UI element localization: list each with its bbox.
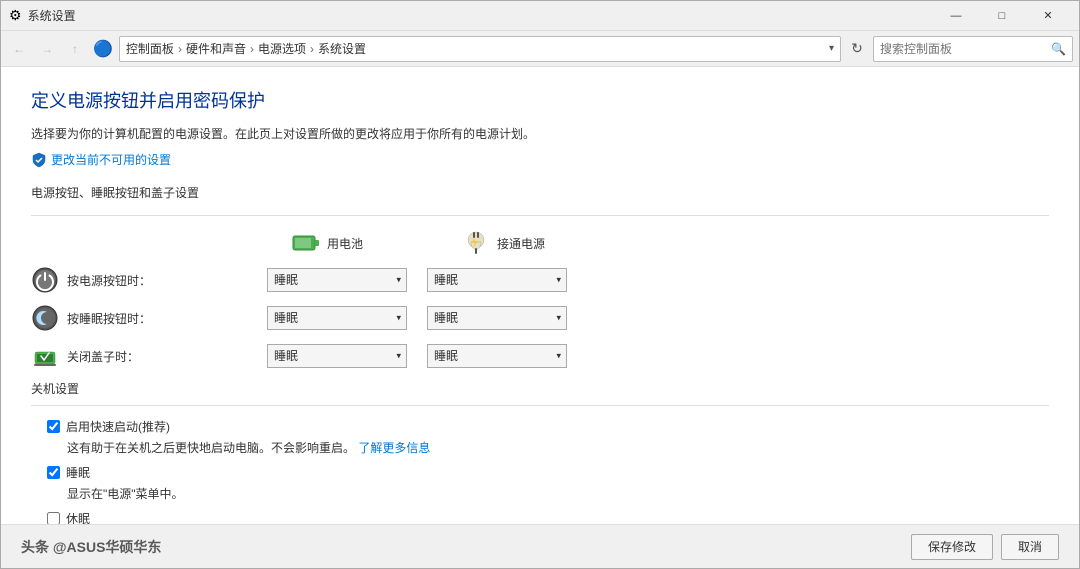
hibernate-row: 休眠 (31, 510, 1049, 524)
search-input[interactable] (880, 42, 1051, 56)
power-button-row: 按电源按钮时： 睡眠 关机 休眠 不采取任何操作 ▾ 睡眠 关机 休眠 (31, 266, 1049, 294)
sleep-button-label: 按睡眠按钮时： (67, 310, 267, 327)
main-window: ⚙ 系统设置 — □ ✕ ← → ↑ 🔵 控制面板 › 硬件和声音 › 电源选项… (0, 0, 1080, 569)
forward-button[interactable]: → (35, 37, 59, 61)
sleep-checkbox[interactable] (47, 466, 60, 479)
divider2 (31, 405, 1049, 406)
power-headers: 用电池 接通电源 (31, 228, 1049, 258)
save-button[interactable]: 保存修改 (911, 534, 993, 560)
divider1 (31, 215, 1049, 216)
footer-buttons: 保存修改 取消 (911, 534, 1059, 560)
lid-icon (31, 342, 59, 370)
lid-label: 关闭盖子时： (67, 348, 267, 365)
back-button[interactable]: ← (7, 37, 31, 61)
lid-battery-dropdown[interactable]: 睡眠 关机 休眠 不采取任何操作 ▾ (267, 344, 407, 368)
sleep-desc: 显示在"电源"菜单中。 (31, 485, 1049, 502)
window-icon: ⚙ (9, 7, 22, 24)
sleep-button-row: 按睡眠按钮时： 睡眠 关机 休眠 不采取任何操作 ▾ 睡眠 关机 休眠 (31, 304, 1049, 332)
cancel-button[interactable]: 取消 (1001, 534, 1059, 560)
address-bar-icon: 🔵 (93, 39, 113, 59)
fast-startup-label: 启用快速启动(推荐) (66, 418, 170, 435)
watermark: 头条 @ASUS华硕华东 (21, 537, 161, 557)
section1-title: 电源按钮、睡眠按钮和盖子设置 (31, 184, 1049, 203)
window-title: 系统设置 (28, 7, 933, 24)
sleep-checkbox-label: 睡眠 (66, 464, 90, 481)
breadcrumb-controlpanel[interactable]: 控制面板 (126, 40, 174, 57)
breadcrumb-system[interactable]: 系统设置 (318, 40, 366, 57)
maximize-button[interactable]: □ (979, 1, 1025, 31)
page-title: 定义电源按钮并启用密码保护 (31, 87, 1049, 113)
battery-icon (291, 228, 321, 258)
hibernate-checkbox-label: 休眠 (66, 510, 90, 524)
window-controls: — □ ✕ (933, 1, 1071, 31)
refresh-button[interactable]: ↻ (845, 37, 869, 61)
breadcrumb: 控制面板 › 硬件和声音 › 电源选项 › 系统设置 ▾ (119, 36, 841, 62)
fast-startup-checkbox[interactable] (47, 420, 60, 433)
title-bar: ⚙ 系统设置 — □ ✕ (1, 1, 1079, 31)
learn-more-link[interactable]: 了解更多信息 (358, 441, 430, 455)
minimize-button[interactable]: — (933, 1, 979, 31)
sleep-power-dropdown[interactable]: 睡眠 关机 休眠 不采取任何操作 ▾ (427, 306, 567, 330)
power-header: 接通电源 (461, 228, 571, 258)
search-box: 🔍 (873, 36, 1073, 62)
close-button[interactable]: ✕ (1025, 1, 1071, 31)
sleep-battery-dropdown[interactable]: 睡眠 关机 休眠 不采取任何操作 ▾ (267, 306, 407, 330)
footer: 头条 @ASUS华硕华东 保存修改 取消 (1, 524, 1079, 568)
main-content: 定义电源按钮并启用密码保护 选择要为你的计算机配置的电源设置。在此页上对设置所做… (1, 67, 1079, 524)
power-button-label: 按电源按钮时： (67, 272, 267, 289)
power-buttons-section: 电源按钮、睡眠按钮和盖子设置 用电池 (31, 184, 1049, 370)
breadcrumb-hardware[interactable]: 硬件和声音 (186, 40, 246, 57)
shutdown-section: 关机设置 启用快速启动(推荐) 这有助于在关机之后更快地启动电脑。不会影响重启。… (31, 380, 1049, 524)
sleep-button-icon (31, 304, 59, 332)
address-bar: ← → ↑ 🔵 控制面板 › 硬件和声音 › 电源选项 › 系统设置 ▾ ↻ 🔍 (1, 31, 1079, 67)
shield-icon (31, 152, 47, 168)
battery-header: 用电池 (291, 228, 401, 258)
power-button-battery-dropdown[interactable]: 睡眠 关机 休眠 不采取任何操作 ▾ (267, 268, 407, 292)
lid-row: 关闭盖子时： 睡眠 关机 休眠 不采取任何操作 ▾ 睡眠 关机 休眠 (31, 342, 1049, 370)
lid-power-dropdown[interactable]: 睡眠 关机 休眠 不采取任何操作 ▾ (427, 344, 567, 368)
section2-title: 关机设置 (31, 380, 1049, 397)
search-icon: 🔍 (1051, 42, 1066, 56)
breadcrumb-power[interactable]: 电源选项 (258, 40, 306, 57)
plug-icon (461, 228, 491, 258)
power-button-icon (31, 266, 59, 294)
power-label: 接通电源 (497, 235, 545, 252)
up-button[interactable]: ↑ (63, 37, 87, 61)
power-button-power-dropdown[interactable]: 睡眠 关机 休眠 不采取任何操作 ▾ (427, 268, 567, 292)
hibernate-checkbox[interactable] (47, 512, 60, 524)
breadcrumb-dropdown-icon[interactable]: ▾ (829, 43, 834, 54)
sleep-row: 睡眠 (31, 464, 1049, 481)
fast-startup-row: 启用快速启动(推荐) (31, 418, 1049, 435)
fast-startup-desc: 这有助于在关机之后更快地启动电脑。不会影响重启。 了解更多信息 (31, 439, 1049, 456)
page-description: 选择要为你的计算机配置的电源设置。在此页上对设置所做的更改将应用于你所有的电源计… (31, 125, 1049, 143)
battery-label: 用电池 (327, 235, 363, 252)
change-settings-link[interactable]: 更改当前不可用的设置 (31, 151, 1049, 168)
